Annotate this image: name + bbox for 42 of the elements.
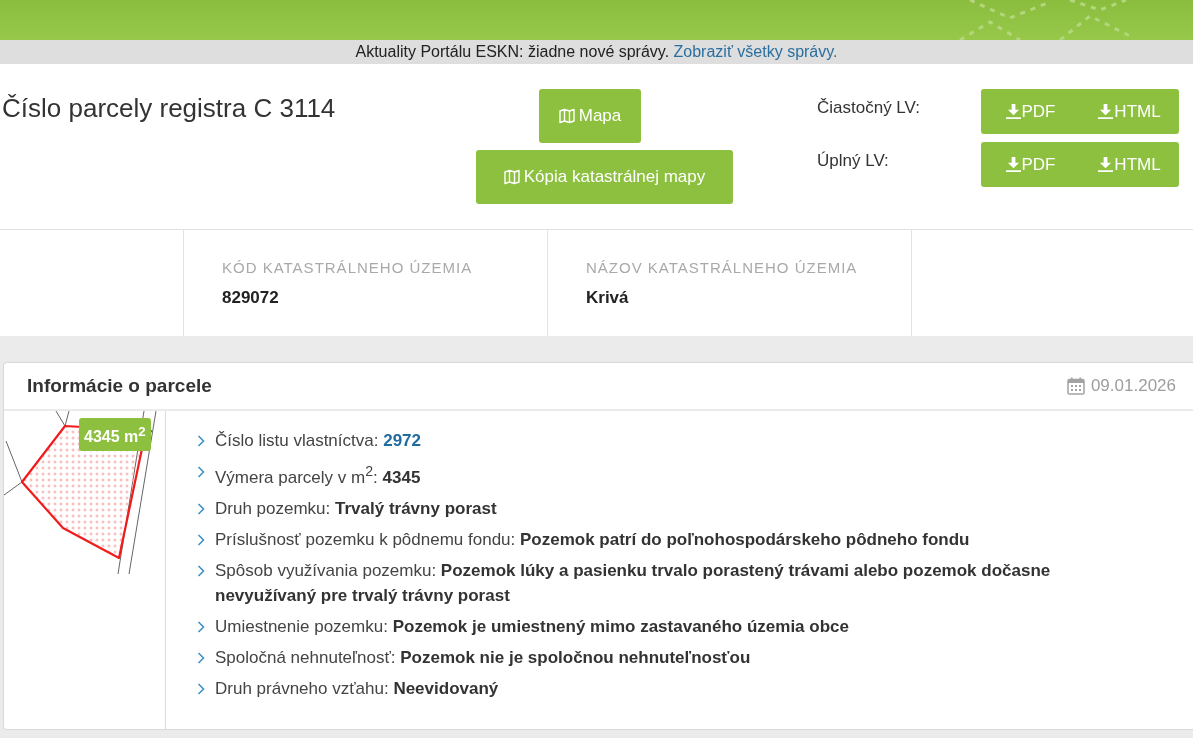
info-item: Druh právneho vzťahu: Neevidovaný [215,677,499,700]
info-item: Príslušnosť pozemku k pôdnemu fondu: Pozemok patrí do poľnohospodárskeho pôdneho fondu [215,528,970,551]
field-label: KÓD KATASTRÁLNEHO ÚZEMIA [222,258,474,278]
download-button[interactable]: PDF [981,89,1080,134]
download-icon [1098,104,1114,119]
info-item: Výmera parcely v m$^{2}$: 4345 [215,462,421,489]
update-date: 09.01.2026 [1090,376,1176,396]
chevron-icon [197,651,205,664]
card-title: Informácie o parcele [27,375,212,397]
download-button[interactable]: HTML [1080,142,1179,187]
map-icon [503,169,520,185]
owner-sheet-link[interactable]: 2972 [383,431,421,450]
chevron-icon [197,620,205,633]
info-item: Spoločná nehnuteľnosť: Pozemok nie je spoločnou nehnuteľnosťou [215,646,751,669]
field-value: 829072 [222,288,280,308]
info-item: Spôsob využívania pozemku: Pozemok lúky a pasienku trvalo porastený trávami alebo pozemok dočasne nevyužívaný pre trvalý trávny porast [215,559,1052,607]
map-button[interactable]: Mapa [539,89,641,143]
lv-label: Úplný LV: [817,150,890,172]
lv-label: Čiastočný LV: [817,97,921,119]
parcel-title: Číslo parcely registra C 3114 [1,92,337,125]
chevron-icon [197,533,205,546]
field-label: NÁZOV KATASTRÁLNEHO ÚZEMIA [586,258,859,278]
chevron-icon [197,564,205,577]
download-icon [1098,157,1114,172]
info-item: Umiestnenie pozemku: Pozemok je umiestnený mimo zastavaného územia obce [215,615,849,638]
chevron-icon [197,435,205,447]
map-button[interactable]: Kópia katastrálnej mapy [476,150,733,204]
info-item: Číslo listu vlastníctva: 2972 [215,430,421,452]
download-button[interactable]: HTML [1080,89,1179,134]
download-icon [1005,104,1021,119]
news-message: Aktuality Portálu ESKN: žiadne nové správy. Zobraziť všetky správy. [355,42,838,62]
download-icon [1005,157,1021,172]
chevron-icon [197,502,205,515]
chevron-icon [197,466,205,478]
info-item: Druh pozemku: Trvalý trávny porast [215,497,497,520]
area-label: 4345 m$^{2}$ [79,418,151,452]
download-button[interactable]: PDF [981,142,1080,187]
chevron-icon [197,682,205,695]
map-icon [558,108,575,124]
all-news-link[interactable]: Zobraziť všetky správy. [673,43,838,60]
calendar-icon [1066,377,1085,395]
field-value: Krivá [586,288,630,308]
